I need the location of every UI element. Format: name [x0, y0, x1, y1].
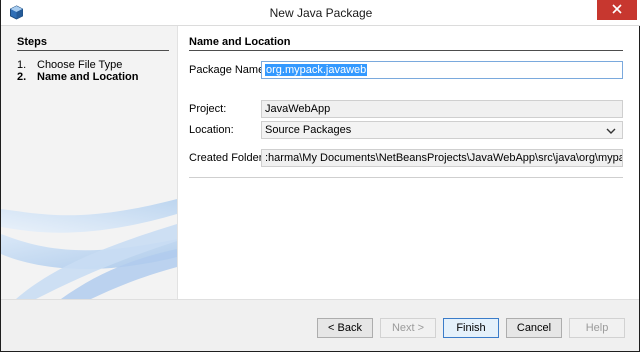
- next-button[interactable]: Next >: [380, 318, 436, 338]
- step-choose-file-type: 1. Choose File Type: [17, 60, 138, 71]
- cancel-button[interactable]: Cancel: [506, 318, 562, 338]
- help-button-label: Help: [585, 322, 609, 334]
- project-field: JavaWebApp: [261, 100, 623, 118]
- back-button[interactable]: < Back: [317, 318, 373, 338]
- created-folder-value: :harma\My Documents\NetBeansProjects\Jav…: [265, 152, 622, 164]
- finish-button[interactable]: Finish: [443, 318, 499, 338]
- location-select[interactable]: Source Packages: [261, 121, 623, 139]
- step-number: 1.: [17, 59, 27, 71]
- new-java-package-dialog: New Java Package Steps 1. Choose File Ty…: [0, 0, 640, 352]
- back-button-label: < Back: [328, 322, 362, 334]
- step-label: Choose File Type: [37, 59, 123, 71]
- created-folder-field: :harma\My Documents\NetBeansProjects\Jav…: [261, 149, 623, 167]
- label-text: Created Folder:: [189, 152, 266, 164]
- project-value: JavaWebApp: [265, 103, 331, 115]
- location-value: Source Packages: [265, 124, 352, 136]
- package-name-input[interactable]: org.mypack.javaweb: [261, 61, 623, 79]
- title-bar: New Java Package: [1, 0, 640, 26]
- location-label: Location:: [189, 124, 234, 136]
- finish-button-label: Finish: [456, 322, 486, 334]
- steps-title: Steps: [17, 36, 169, 51]
- chevron-down-icon: [606, 126, 616, 136]
- panel-divider: [177, 26, 178, 299]
- cancel-button-label: Cancel: [516, 322, 552, 334]
- steps-panel: Steps 1. Choose File Type 2. Name and Lo…: [1, 26, 177, 299]
- window-title: New Java Package: [269, 6, 373, 20]
- help-button[interactable]: Help: [569, 318, 625, 338]
- package-name-label: Package Name:: [189, 64, 267, 76]
- close-button[interactable]: [597, 0, 637, 20]
- project-label: Project:: [189, 103, 226, 115]
- form-panel: Name and Location Package Name: org.mypa…: [179, 26, 639, 299]
- next-button-label: Next >: [391, 322, 425, 334]
- step-name-and-location: 2. Name and Location: [17, 72, 138, 83]
- dialog-content: Steps 1. Choose File Type 2. Name and Lo…: [1, 26, 639, 299]
- created-folder-label: Created Folder:: [189, 152, 265, 164]
- close-icon: [612, 3, 622, 17]
- form-title: Name and Location: [189, 36, 623, 51]
- step-label: Name and Location: [37, 71, 139, 83]
- step-number: 2.: [17, 71, 27, 83]
- label-text: Location:: [189, 124, 234, 136]
- dialog-footer: < Back Next > Finish Cancel Help: [1, 299, 639, 351]
- form-divider: [189, 177, 623, 178]
- label-text: Package Name:: [189, 64, 268, 76]
- label-text: Project:: [189, 103, 227, 115]
- steps-list: 1. Choose File Type 2. Name and Location: [17, 60, 138, 84]
- decorative-swoosh-graphic: [1, 199, 177, 299]
- package-name-value: org.mypack.javaweb: [265, 64, 368, 76]
